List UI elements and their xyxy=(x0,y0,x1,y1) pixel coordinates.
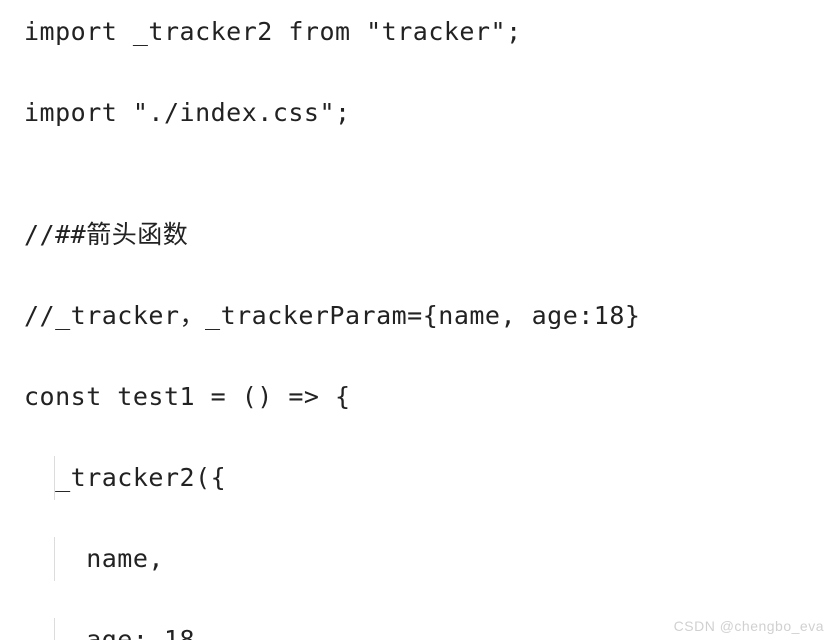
code-line: _tracker2({ xyxy=(24,458,814,499)
code-line: age: 18 xyxy=(24,620,814,640)
code-line: name, xyxy=(24,539,814,580)
code-line: const test1 = () => { xyxy=(24,377,814,418)
code-line: //_tracker，_trackerParam={name, age:18} xyxy=(24,296,814,337)
code-line: import _tracker2 from "tracker"; xyxy=(24,12,814,53)
code-block: import _tracker2 from "tracker"; import … xyxy=(0,0,838,640)
code-line: import "./index.css"; xyxy=(24,93,814,134)
code-line: //##箭头函数 xyxy=(24,215,814,256)
